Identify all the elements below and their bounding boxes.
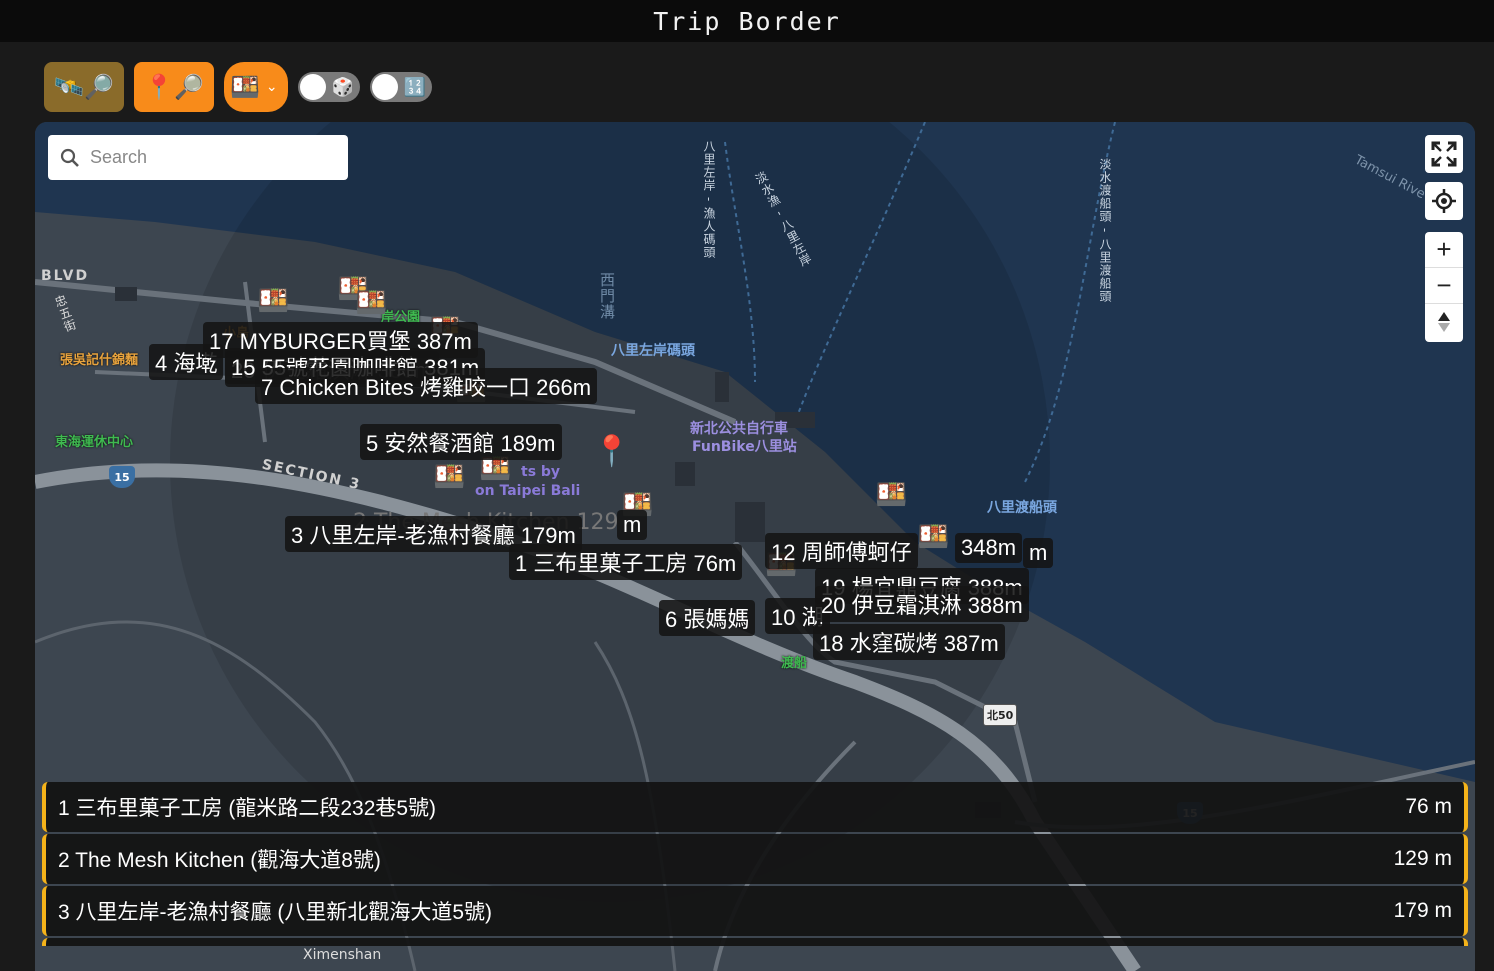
dice-icon: 🎲 <box>331 76 354 98</box>
road-15-badge: 15 <box>109 466 135 488</box>
restaurant-marker[interactable]: 🍱 <box>917 524 949 550</box>
list-item[interactable]: 2 The Mesh Kitchen (觀海大道8號) 129 m <box>42 834 1468 884</box>
result-label[interactable]: 1 三布里菓子工房 76m <box>509 544 743 580</box>
donghai-label: 東海運休中心 <box>55 435 134 450</box>
app-title: Trip Border <box>653 6 841 36</box>
result-label[interactable]: 18 水窪碳烤 387m <box>813 624 1005 660</box>
pin-search-icon: 📍🔎 <box>144 73 204 101</box>
locate-icon <box>1432 189 1456 213</box>
random-toggle[interactable]: 🎲 <box>298 72 360 102</box>
zoom-out-button[interactable]: − <box>1425 268 1463 304</box>
restaurant-marker[interactable]: 🍱 <box>257 288 289 314</box>
result-label[interactable]: m <box>1023 538 1054 568</box>
list-item[interactable]: 1 三布里菓子工房 (龍米路二段232巷5號) 76 m <box>42 782 1468 832</box>
result-label[interactable]: 5 安然餐酒館 189m <box>360 424 562 460</box>
zoom-controls: + − <box>1425 232 1463 342</box>
locate-button[interactable] <box>1425 182 1463 220</box>
bike-station-label: 新北公共自行車 <box>690 421 788 437</box>
bento-icon: 🍱 <box>230 73 260 101</box>
map-view[interactable]: BLVD SECTION 3 忠五街 張吳記什錦麵 東海運休中心 八里左岸碼頭 … <box>35 122 1475 971</box>
bike-station-label-2: FunBike八里站 <box>692 439 797 455</box>
zhangji-label: 張吳記什錦麵 <box>60 353 139 368</box>
numbers-toggle[interactable]: 🔢 <box>370 72 432 102</box>
list-item[interactable]: 3 八里左岸-老漁村餐廳 (八里新北觀海大道5號) 179 m <box>42 886 1468 936</box>
taipei-bali-label: on Taipei Bali <box>475 483 581 499</box>
ferry-route-label: 淡水渡船頭 - 八里渡船頭 <box>1098 158 1112 303</box>
bali-ferry-label: 八里渡船頭 <box>987 500 1057 516</box>
result-distance: 179 m <box>1393 899 1452 922</box>
blvd-label: BLVD <box>41 268 90 284</box>
result-label[interactable]: 7 Chicken Bites 烤雞咬一口 266m <box>255 368 598 404</box>
result-label[interactable]: m <box>617 510 648 540</box>
scenic-label: ts by <box>521 464 561 480</box>
bali-pier-label: 八里左岸碼頭 <box>611 343 695 359</box>
result-name: 1 三布里菓子工房 (龍米路二段232巷5號) <box>58 797 437 820</box>
current-location-pin[interactable]: 📍 <box>593 434 630 469</box>
restaurant-marker[interactable]: 🍱 <box>433 464 465 490</box>
result-label[interactable]: 6 張媽媽 <box>659 600 756 636</box>
title-bar: Trip Border <box>0 0 1494 42</box>
search-icon <box>60 148 79 167</box>
ximenshan-label: Ximenshan <box>303 947 382 963</box>
road-n50-badge: 北50 <box>983 704 1018 726</box>
results-list: 1 三布里菓子工房 (龍米路二段232巷5號) 76 m 2 The Mesh … <box>42 782 1468 946</box>
satellite-icon: 🛰️🔎 <box>54 73 114 101</box>
chevron-down-icon: ⌄ <box>265 79 278 95</box>
restaurant-marker[interactable]: 🍱 <box>875 482 907 508</box>
toggle-knob <box>372 74 398 100</box>
fullscreen-button[interactable] <box>1425 135 1463 173</box>
satellite-search-button[interactable]: 🛰️🔎 <box>44 62 124 112</box>
result-label[interactable]: 17 MYBURGER買堡 387m <box>203 322 478 358</box>
result-distance: 129 m <box>1393 847 1452 870</box>
result-label[interactable]: 12 周師傅蚵仔 <box>765 533 918 569</box>
compass-icon <box>1438 312 1450 332</box>
numbers-icon: 🔢 <box>403 76 426 98</box>
ximen-label: 西門溝 <box>598 272 616 320</box>
fullscreen-icon <box>1431 141 1457 167</box>
result-distance: 76 m <box>1405 795 1452 818</box>
result-name: 2 The Mesh Kitchen (觀海大道8號) <box>58 849 381 872</box>
compass-button[interactable] <box>1425 304 1463 340</box>
toggle-knob <box>300 74 326 100</box>
restaurant-marker[interactable]: 🍱 <box>355 290 387 316</box>
list-item[interactable] <box>42 938 1468 946</box>
search-input[interactable] <box>90 147 320 168</box>
category-dropdown[interactable]: 🍱 ⌄ <box>224 62 288 112</box>
result-name: 3 八里左岸-老漁村餐廳 (八里新北觀海大道5號) <box>58 901 493 924</box>
zoom-in-button[interactable]: + <box>1425 232 1463 268</box>
toolbar: 🛰️🔎 📍🔎 🍱 ⌄ 🎲 🔢 <box>44 62 432 112</box>
pin-search-button[interactable]: 📍🔎 <box>134 62 214 112</box>
result-label[interactable]: 348m <box>955 533 1023 563</box>
result-label[interactable]: 20 伊豆霜淇淋 388m <box>815 586 1029 622</box>
search-box[interactable] <box>48 135 348 180</box>
bali-route-label: 八里左岸 - 漁人碼頭 <box>702 140 716 259</box>
dulu-label: 渡船 <box>781 656 808 671</box>
